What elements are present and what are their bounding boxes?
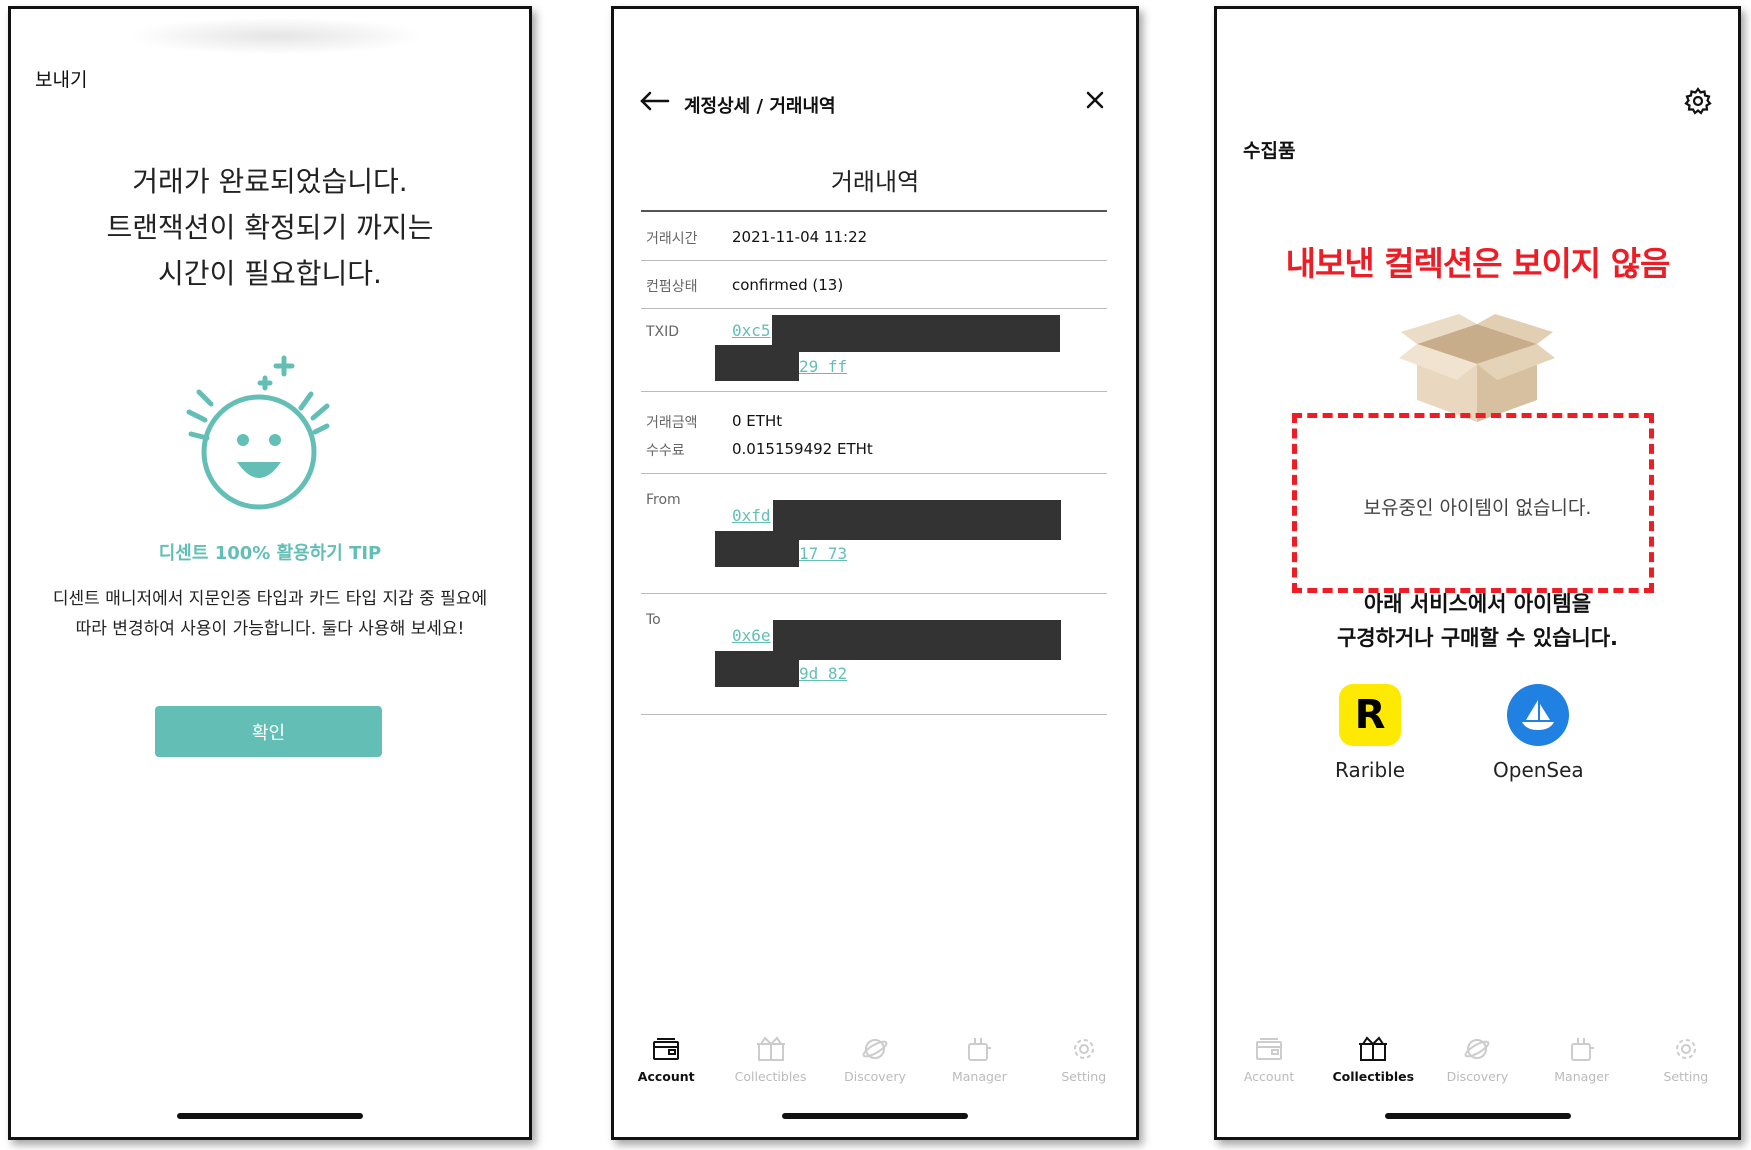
home-indicator[interactable] [782, 1113, 968, 1119]
row-time: 거래시간 2021-11-04 11:22 [641, 212, 1107, 261]
tab-label: Manager [1554, 1069, 1610, 1084]
smiley-face-icon [186, 355, 330, 510]
open-box-icon [1399, 314, 1555, 422]
wallet-icon [652, 1033, 680, 1065]
wallet-icon [1255, 1033, 1283, 1065]
amount-label: 거래금액 [646, 415, 698, 431]
to-label: To [646, 612, 661, 628]
tab-manager[interactable]: Manager [1530, 1033, 1634, 1093]
redaction-block [772, 315, 1060, 352]
txid-label: TXID [646, 324, 680, 340]
phone-send-complete: 보내기 거래가 완료되었습니다. 트랜잭션이 확정되기 까지는 시간이 필요합니… [8, 6, 532, 1140]
status-label: 컨펌상태 [646, 279, 698, 295]
tip-line: 디센트 매니저에서 지문인증 타입과 카드 타입 지갑 중 필요에 [52, 589, 488, 609]
tab-label: Account [1243, 1069, 1295, 1084]
tab-discovery[interactable]: Discovery [1425, 1033, 1529, 1093]
tab-label: Discovery [1446, 1069, 1509, 1084]
tab-discovery[interactable]: Discovery [823, 1033, 927, 1093]
annotation-text: 내보낸 컬렉션은 보이지 않음 [1285, 244, 1671, 283]
tab-label: Collectibles [1332, 1069, 1415, 1084]
empty-state-text: 보유중인 아이템이 없습니다. [1363, 497, 1592, 519]
from-label: From [646, 492, 681, 508]
row-status: 컨펌상태 confirmed (13) [641, 261, 1107, 309]
tab-label: Setting [1663, 1069, 1709, 1084]
redaction-block [715, 345, 799, 381]
redaction-block [773, 500, 1061, 540]
service-label: OpenSea [1493, 758, 1584, 782]
tab-account[interactable]: Account [1217, 1033, 1321, 1093]
txid-link[interactable]: 0xc5 [732, 321, 771, 340]
fee-label: 수수료 [646, 443, 685, 459]
time-value: 2021-11-04 11:22 [732, 228, 868, 246]
subtext-line: 구경하거나 구매할 수 있습니다. [1336, 626, 1619, 650]
opensea-logo-icon [1507, 684, 1570, 746]
confirm-button[interactable]: 확인 [155, 706, 382, 757]
subtext-line: 아래 서비스에서 아이템을 [1363, 592, 1592, 616]
row-to: To 0x6e 9d 82 [641, 594, 1107, 715]
gear-icon [1673, 1033, 1699, 1065]
redaction-block [773, 620, 1061, 660]
section-title: 거래내역 [830, 168, 920, 196]
row-txid: TXID 0xc5 29 ff [641, 309, 1107, 392]
txid-link-end[interactable]: 29 ff [799, 357, 847, 376]
tab-label: Collectibles [734, 1069, 807, 1084]
status-value: confirmed (13) [732, 276, 844, 294]
amount-value: 0 ETHt [732, 412, 783, 430]
tab-label: Discovery [844, 1069, 906, 1084]
manager-icon [1568, 1033, 1596, 1065]
redaction-block [715, 651, 799, 687]
gear-icon [1071, 1033, 1097, 1065]
planet-icon [861, 1033, 889, 1065]
manager-icon [965, 1033, 993, 1065]
time-label: 거래시간 [646, 231, 698, 247]
tab-collectibles[interactable]: Collectibles [718, 1033, 822, 1093]
bottom-tab-bar: Account Collectibles Discovery Manager S… [1217, 1033, 1738, 1093]
breadcrumb: 계정상세 / 거래내역 [684, 96, 836, 117]
tab-account[interactable]: Account [614, 1033, 718, 1093]
top-blur [126, 17, 426, 55]
tab-setting[interactable]: Setting [1634, 1033, 1738, 1093]
tip-title: 디센트 100% 활용하기 TIP [158, 543, 382, 564]
tip-text: 디센트 매니저에서 지문인증 타입과 카드 타입 지갑 중 필요에 따라 변경하… [11, 584, 529, 644]
gift-box-icon [1358, 1033, 1388, 1065]
back-arrow-icon[interactable] [640, 91, 670, 111]
service-label: Rarible [1335, 758, 1406, 782]
home-indicator[interactable] [177, 1113, 363, 1119]
to-address-link-end[interactable]: 9d 82 [799, 664, 847, 683]
service-rarible[interactable]: R Rarible [1335, 684, 1405, 782]
from-address-link-end[interactable]: 17 73 [799, 544, 847, 563]
rarible-logo-icon: R [1339, 684, 1402, 746]
planet-icon [1463, 1033, 1491, 1065]
tip-line: 따라 변경하여 사용이 가능합니다. 둘다 사용해 보세요! [75, 619, 465, 639]
page-title: 보내기 [35, 69, 88, 91]
row-from: From 0xfd 17 73 [641, 474, 1107, 594]
close-icon[interactable] [1084, 89, 1106, 111]
page-title: 수집품 [1243, 140, 1296, 162]
fee-value: 0.015159492 ETHt [732, 440, 873, 458]
tab-manager[interactable]: Manager [927, 1033, 1031, 1093]
bottom-tab-bar: Account Collectibles Discovery Manager S… [614, 1033, 1136, 1093]
tab-collectibles[interactable]: Collectibles [1321, 1033, 1425, 1093]
message-line: 거래가 완료되었습니다. [132, 165, 408, 198]
tab-label: Setting [1061, 1069, 1107, 1084]
message-line: 트랜잭션이 확정되기 까지는 [106, 211, 434, 244]
gear-icon[interactable] [1684, 87, 1712, 115]
from-address-link[interactable]: 0xfd [732, 506, 771, 525]
empty-state-subtext: 아래 서비스에서 아이템을 구경하거나 구매할 수 있습니다. [1217, 587, 1738, 655]
tab-setting[interactable]: Setting [1032, 1033, 1136, 1093]
redaction-block [715, 531, 799, 567]
gift-box-icon [756, 1033, 786, 1065]
phone-transaction-detail: 계정상세 / 거래내역 거래내역 거래시간 2021-11-04 11:22 컨… [611, 6, 1139, 1140]
tab-label: Manager [951, 1069, 1007, 1084]
completion-message: 거래가 완료되었습니다. 트랜잭션이 확정되기 까지는 시간이 필요합니다. [11, 159, 529, 297]
tab-label: Account [637, 1069, 695, 1084]
phone-collectibles: 수집품 내보낸 컬렉션은 보이지 않음 보유중인 아이템이 없습니다. 아래 서… [1214, 6, 1741, 1140]
home-indicator[interactable] [1384, 1113, 1571, 1119]
row-amount: 거래금액 0 ETHt 수수료 0.015159492 ETHt [641, 392, 1107, 474]
to-address-link[interactable]: 0x6e [732, 626, 771, 645]
message-line: 시간이 필요합니다. [158, 257, 382, 290]
service-opensea[interactable]: OpenSea [1493, 684, 1584, 782]
